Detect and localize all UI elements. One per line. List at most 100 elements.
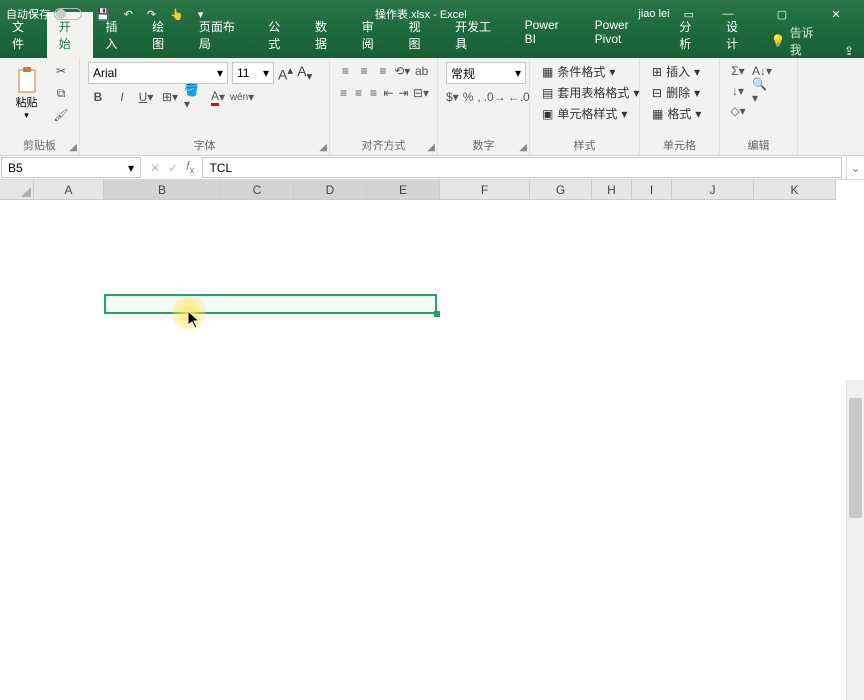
- column-header[interactable]: I: [632, 180, 672, 200]
- share-button[interactable]: ⇪: [834, 44, 864, 58]
- chevron-down-icon: ▾: [263, 66, 269, 80]
- cut-icon[interactable]: ✂: [51, 62, 71, 80]
- chevron-down-icon: ▾: [633, 86, 639, 100]
- comma-icon[interactable]: ,: [477, 88, 480, 106]
- find-select-icon[interactable]: 🔍▾: [752, 82, 772, 100]
- format-painter-icon[interactable]: 🖌: [51, 106, 71, 124]
- tab-插入[interactable]: 插入: [93, 12, 140, 58]
- tab-审阅[interactable]: 审阅: [350, 12, 397, 58]
- decrease-indent-icon[interactable]: ⇤: [383, 84, 394, 102]
- sheet-area: ABCDEFGHIJK: [0, 180, 864, 700]
- clipboard-icon: [15, 66, 39, 94]
- autosum-icon[interactable]: Σ▾: [728, 62, 748, 80]
- copy-icon[interactable]: ⧉: [51, 84, 71, 102]
- column-header[interactable]: A: [34, 180, 104, 200]
- chevron-down-icon: ▾: [621, 107, 627, 121]
- tab-数据[interactable]: 数据: [303, 12, 350, 58]
- column-header[interactable]: B: [104, 180, 221, 200]
- tab-分析[interactable]: 分析: [667, 12, 714, 58]
- lightbulb-icon: 💡: [771, 34, 786, 48]
- merge-center-icon[interactable]: ⊟▾: [413, 84, 429, 102]
- name-box[interactable]: B5▾: [1, 157, 141, 178]
- column-header[interactable]: E: [367, 180, 440, 200]
- column-header[interactable]: J: [672, 180, 754, 200]
- format-icon: ▦: [652, 107, 663, 121]
- format-as-table-button[interactable]: ▤套用表格格式▾: [538, 83, 631, 102]
- number-format-combo[interactable]: 常规▾: [446, 62, 526, 84]
- paste-label: 粘贴: [16, 94, 38, 110]
- decrease-decimal-icon[interactable]: ←.0: [509, 88, 529, 106]
- dialog-launcher-icon[interactable]: ◢: [69, 142, 77, 153]
- dialog-launcher-icon[interactable]: ◢: [319, 142, 327, 153]
- align-top-icon[interactable]: ≡: [338, 62, 353, 80]
- share-icon: ⇪: [844, 44, 854, 58]
- column-header[interactable]: C: [221, 180, 294, 200]
- column-header[interactable]: H: [592, 180, 632, 200]
- fill-icon[interactable]: ↓▾: [728, 82, 748, 100]
- paste-button[interactable]: 粘贴 ▾: [8, 64, 45, 122]
- tab-Power BI[interactable]: Power BI: [513, 12, 583, 58]
- align-center-icon[interactable]: ≡: [353, 84, 364, 102]
- increase-indent-icon[interactable]: ⇥: [398, 84, 409, 102]
- border-button[interactable]: ⊞▾: [160, 88, 180, 106]
- wrap-text-icon[interactable]: ab: [414, 62, 429, 80]
- cancel-icon[interactable]: ✕: [150, 161, 160, 175]
- delete-cells-button[interactable]: ⊟删除▾: [648, 83, 711, 102]
- decrease-font-icon[interactable]: A▾: [297, 63, 312, 83]
- expand-formula-bar-icon[interactable]: ⌄: [846, 156, 864, 179]
- tab-文件[interactable]: 文件: [0, 12, 47, 58]
- align-right-icon[interactable]: ≡: [368, 84, 379, 102]
- select-all-corner[interactable]: [0, 180, 34, 200]
- fx-icon[interactable]: fx: [186, 159, 194, 176]
- chevron-down-icon: ▾: [609, 65, 615, 79]
- font-color-button[interactable]: A▾: [208, 88, 228, 106]
- increase-decimal-icon[interactable]: .0→: [485, 88, 505, 106]
- dialog-launcher-icon[interactable]: ◢: [519, 142, 527, 153]
- chevron-down-icon: ▾: [694, 86, 700, 100]
- italic-button[interactable]: I: [112, 88, 132, 106]
- phonetic-button[interactable]: wén▾: [232, 88, 252, 106]
- font-size-combo[interactable]: 11▾: [232, 62, 274, 84]
- tab-绘图[interactable]: 绘图: [140, 12, 187, 58]
- underline-button[interactable]: U▾: [136, 88, 156, 106]
- align-middle-icon[interactable]: ≡: [357, 62, 372, 80]
- tab-公式[interactable]: 公式: [256, 12, 303, 58]
- column-header[interactable]: D: [294, 180, 367, 200]
- vertical-scrollbar[interactable]: [846, 380, 864, 700]
- tab-Power Pivot[interactable]: Power Pivot: [583, 12, 668, 58]
- fill-color-button[interactable]: 🪣▾: [184, 88, 204, 106]
- tab-开发工具[interactable]: 开发工具: [443, 12, 512, 58]
- accounting-icon[interactable]: $▾: [446, 88, 459, 106]
- tab-设计[interactable]: 设计: [714, 12, 761, 58]
- insert-icon: ⊞: [652, 65, 662, 79]
- dialog-launcher-icon[interactable]: ◢: [427, 142, 435, 153]
- percent-icon[interactable]: %: [463, 88, 474, 106]
- group-editing: Σ▾A↓▾ ↓▾🔍▾ ◇▾ 编辑: [720, 58, 798, 155]
- bold-button[interactable]: B: [88, 88, 108, 106]
- clear-icon[interactable]: ◇▾: [728, 102, 748, 120]
- column-header[interactable]: F: [440, 180, 530, 200]
- conditional-format-button[interactable]: ▦条件格式▾: [538, 62, 631, 81]
- delete-icon: ⊟: [652, 86, 662, 100]
- table-icon: ▤: [542, 86, 553, 100]
- insert-cells-button[interactable]: ⊞插入▾: [648, 62, 711, 81]
- column-header[interactable]: G: [530, 180, 592, 200]
- font-name-combo[interactable]: Arial▾: [88, 62, 228, 84]
- enter-icon[interactable]: ✓: [168, 161, 178, 175]
- tab-页面布局[interactable]: 页面布局: [187, 12, 256, 58]
- scrollbar-thumb[interactable]: [849, 398, 862, 518]
- column-header[interactable]: K: [754, 180, 836, 200]
- format-cells-button[interactable]: ▦格式▾: [648, 104, 711, 123]
- column-headers[interactable]: ABCDEFGHIJK: [34, 180, 836, 200]
- align-left-icon[interactable]: ≡: [338, 84, 349, 102]
- group-styles: ▦条件格式▾ ▤套用表格格式▾ ▣单元格样式▾ 样式: [530, 58, 640, 155]
- group-label: 单元格: [648, 135, 711, 153]
- ribbon-tabs: 文件开始插入绘图页面布局公式数据审阅视图开发工具Power BIPower Pi…: [0, 28, 864, 58]
- increase-font-icon[interactable]: A▴: [278, 63, 293, 83]
- tab-视图[interactable]: 视图: [396, 12, 443, 58]
- align-bottom-icon[interactable]: ≡: [375, 62, 390, 80]
- tell-me[interactable]: 💡 告诉我: [761, 24, 834, 58]
- formula-input[interactable]: TCL: [202, 157, 842, 178]
- orientation-icon[interactable]: ⟲▾: [394, 62, 410, 80]
- cell-styles-button[interactable]: ▣单元格样式▾: [538, 104, 631, 123]
